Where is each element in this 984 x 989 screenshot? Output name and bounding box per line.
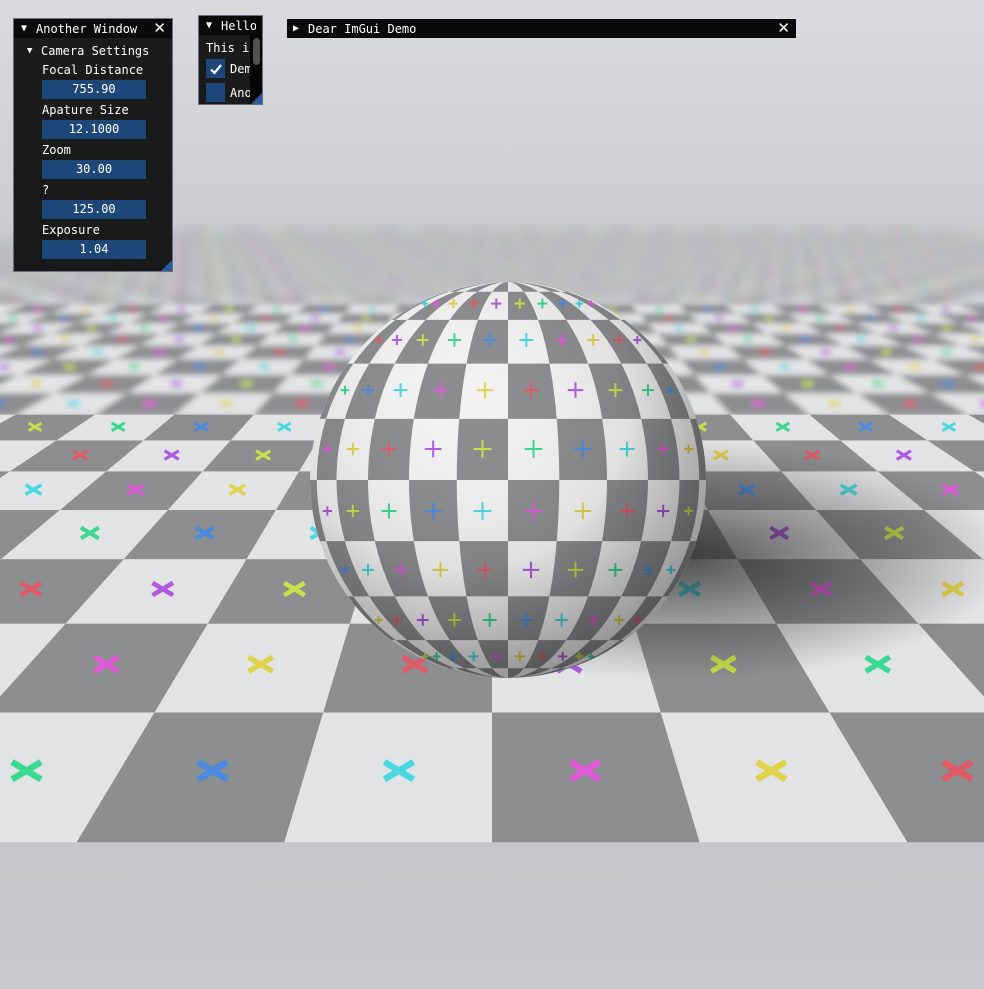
resize-grip-icon[interactable] <box>251 93 262 104</box>
close-icon[interactable]: ✕ <box>153 21 166 36</box>
expand-arrow-icon[interactable]: ▶ <box>293 23 304 34</box>
another-window-titlebar[interactable]: ▼ Another Window ✕ <box>14 19 172 38</box>
focal-distance-drag[interactable]: 755.90 <box>42 80 146 99</box>
collapse-arrow-icon[interactable]: ▼ <box>21 23 32 34</box>
hello-window-title: Hello, <box>221 18 256 33</box>
zoom-drag[interactable]: 30.00 <box>42 160 146 179</box>
checkbox-box[interactable] <box>206 83 225 102</box>
checkbox-label: Ano <box>230 85 252 100</box>
hello-window-titlebar[interactable]: ▼ Hello, <box>199 16 262 35</box>
checkbox-label: Dem <box>230 61 252 76</box>
apature-size-label: Apature Size <box>42 103 129 117</box>
demo-window-checkbox[interactable]: Dem <box>206 59 252 78</box>
checkmark-icon <box>209 63 222 75</box>
camera-settings-tree-node[interactable]: ▼ Camera Settings <box>27 44 149 58</box>
unknown-param-drag[interactable]: 125.00 <box>42 200 146 219</box>
checkbox-box[interactable] <box>206 59 225 78</box>
another-window-checkbox[interactable]: Ano <box>206 83 252 102</box>
another-window[interactable]: ▼ Another Window ✕ ▼ Camera Settings Foc… <box>13 18 173 272</box>
resize-grip-icon[interactable] <box>161 260 172 271</box>
collapse-arrow-icon[interactable]: ▼ <box>206 20 217 31</box>
apature-size-drag[interactable]: 12.1000 <box>42 120 146 139</box>
another-window-title: Another Window <box>36 21 138 36</box>
hello-window[interactable]: ▼ Hello, This i Dem Ano <box>198 15 263 105</box>
imgui-demo-title: Dear ImGui Demo <box>308 21 417 36</box>
exposure-drag[interactable]: 1.04 <box>42 240 146 259</box>
tree-expand-arrow-icon[interactable]: ▼ <box>27 46 39 56</box>
zoom-label: Zoom <box>42 143 71 157</box>
hello-body-text: This i <box>206 41 250 55</box>
imgui-demo-window[interactable]: ▶ Dear ImGui Demo ✕ <box>287 19 796 38</box>
scrollbar-thumb[interactable] <box>253 38 260 65</box>
exposure-label: Exposure <box>42 223 100 237</box>
imgui-demo-titlebar[interactable]: ▶ Dear ImGui Demo ✕ <box>287 19 796 38</box>
close-icon[interactable]: ✕ <box>777 21 790 36</box>
unknown-param-label: ? <box>42 183 50 197</box>
camera-settings-label: Camera Settings <box>41 44 150 58</box>
checker-sphere <box>310 282 706 678</box>
focal-distance-label: Focal Distance <box>42 63 144 77</box>
